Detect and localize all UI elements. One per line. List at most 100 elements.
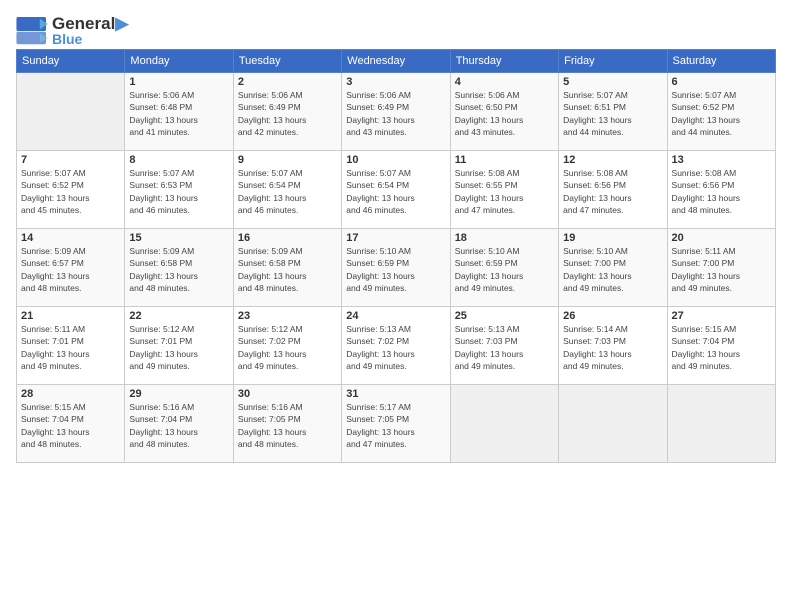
day-info: Sunrise: 5:13 AM Sunset: 7:03 PM Dayligh… [455, 323, 554, 372]
week-row-4: 21Sunrise: 5:11 AM Sunset: 7:01 PM Dayli… [17, 307, 776, 385]
day-info: Sunrise: 5:07 AM Sunset: 6:54 PM Dayligh… [238, 167, 337, 216]
calendar-cell [450, 385, 558, 463]
day-info: Sunrise: 5:08 AM Sunset: 6:56 PM Dayligh… [563, 167, 662, 216]
day-info: Sunrise: 5:15 AM Sunset: 7:04 PM Dayligh… [21, 401, 120, 450]
day-number: 19 [563, 232, 662, 244]
day-number: 22 [129, 310, 228, 322]
day-number: 20 [672, 232, 771, 244]
day-number: 13 [672, 154, 771, 166]
day-number: 21 [21, 310, 120, 322]
day-number: 27 [672, 310, 771, 322]
week-row-2: 7Sunrise: 5:07 AM Sunset: 6:52 PM Daylig… [17, 151, 776, 229]
calendar-cell: 19Sunrise: 5:10 AM Sunset: 7:00 PM Dayli… [559, 229, 667, 307]
day-number: 25 [455, 310, 554, 322]
calendar-cell: 8Sunrise: 5:07 AM Sunset: 6:53 PM Daylig… [125, 151, 233, 229]
day-info: Sunrise: 5:07 AM Sunset: 6:52 PM Dayligh… [21, 167, 120, 216]
day-info: Sunrise: 5:12 AM Sunset: 7:02 PM Dayligh… [238, 323, 337, 372]
day-number: 5 [563, 76, 662, 88]
day-number: 18 [455, 232, 554, 244]
calendar-cell: 31Sunrise: 5:17 AM Sunset: 7:05 PM Dayli… [342, 385, 450, 463]
calendar-cell: 17Sunrise: 5:10 AM Sunset: 6:59 PM Dayli… [342, 229, 450, 307]
calendar-cell [559, 385, 667, 463]
day-info: Sunrise: 5:09 AM Sunset: 6:58 PM Dayligh… [238, 245, 337, 294]
weekday-header-wednesday: Wednesday [342, 50, 450, 73]
day-info: Sunrise: 5:07 AM Sunset: 6:52 PM Dayligh… [672, 89, 771, 138]
logo-icon [16, 17, 48, 45]
calendar-cell: 27Sunrise: 5:15 AM Sunset: 7:04 PM Dayli… [667, 307, 775, 385]
calendar-cell: 9Sunrise: 5:07 AM Sunset: 6:54 PM Daylig… [233, 151, 341, 229]
day-number: 30 [238, 388, 337, 400]
day-number: 15 [129, 232, 228, 244]
day-info: Sunrise: 5:07 AM Sunset: 6:53 PM Dayligh… [129, 167, 228, 216]
day-info: Sunrise: 5:06 AM Sunset: 6:49 PM Dayligh… [346, 89, 445, 138]
calendar-cell: 23Sunrise: 5:12 AM Sunset: 7:02 PM Dayli… [233, 307, 341, 385]
day-info: Sunrise: 5:09 AM Sunset: 6:58 PM Dayligh… [129, 245, 228, 294]
calendar-cell: 21Sunrise: 5:11 AM Sunset: 7:01 PM Dayli… [17, 307, 125, 385]
day-info: Sunrise: 5:12 AM Sunset: 7:01 PM Dayligh… [129, 323, 228, 372]
day-info: Sunrise: 5:17 AM Sunset: 7:05 PM Dayligh… [346, 401, 445, 450]
weekday-header-monday: Monday [125, 50, 233, 73]
calendar-cell [667, 385, 775, 463]
day-info: Sunrise: 5:06 AM Sunset: 6:48 PM Dayligh… [129, 89, 228, 138]
day-info: Sunrise: 5:16 AM Sunset: 7:04 PM Dayligh… [129, 401, 228, 450]
calendar-cell: 28Sunrise: 5:15 AM Sunset: 7:04 PM Dayli… [17, 385, 125, 463]
day-info: Sunrise: 5:13 AM Sunset: 7:02 PM Dayligh… [346, 323, 445, 372]
day-number: 16 [238, 232, 337, 244]
calendar-cell: 25Sunrise: 5:13 AM Sunset: 7:03 PM Dayli… [450, 307, 558, 385]
day-number: 3 [346, 76, 445, 88]
calendar-cell: 12Sunrise: 5:08 AM Sunset: 6:56 PM Dayli… [559, 151, 667, 229]
calendar-cell: 5Sunrise: 5:07 AM Sunset: 6:51 PM Daylig… [559, 73, 667, 151]
day-info: Sunrise: 5:06 AM Sunset: 6:49 PM Dayligh… [238, 89, 337, 138]
calendar-cell [17, 73, 125, 151]
day-number: 1 [129, 76, 228, 88]
calendar-cell: 10Sunrise: 5:07 AM Sunset: 6:54 PM Dayli… [342, 151, 450, 229]
day-number: 28 [21, 388, 120, 400]
day-number: 12 [563, 154, 662, 166]
day-number: 9 [238, 154, 337, 166]
calendar-cell: 13Sunrise: 5:08 AM Sunset: 6:56 PM Dayli… [667, 151, 775, 229]
weekday-header-tuesday: Tuesday [233, 50, 341, 73]
calendar-cell: 20Sunrise: 5:11 AM Sunset: 7:00 PM Dayli… [667, 229, 775, 307]
day-number: 2 [238, 76, 337, 88]
weekday-header-row: SundayMondayTuesdayWednesdayThursdayFrid… [17, 50, 776, 73]
calendar-cell: 29Sunrise: 5:16 AM Sunset: 7:04 PM Dayli… [125, 385, 233, 463]
day-info: Sunrise: 5:10 AM Sunset: 7:00 PM Dayligh… [563, 245, 662, 294]
day-info: Sunrise: 5:11 AM Sunset: 7:01 PM Dayligh… [21, 323, 120, 372]
calendar-cell: 15Sunrise: 5:09 AM Sunset: 6:58 PM Dayli… [125, 229, 233, 307]
day-number: 7 [21, 154, 120, 166]
calendar-cell: 14Sunrise: 5:09 AM Sunset: 6:57 PM Dayli… [17, 229, 125, 307]
day-info: Sunrise: 5:10 AM Sunset: 6:59 PM Dayligh… [455, 245, 554, 294]
day-number: 11 [455, 154, 554, 166]
calendar-cell: 4Sunrise: 5:06 AM Sunset: 6:50 PM Daylig… [450, 73, 558, 151]
calendar-cell: 26Sunrise: 5:14 AM Sunset: 7:03 PM Dayli… [559, 307, 667, 385]
day-info: Sunrise: 5:06 AM Sunset: 6:50 PM Dayligh… [455, 89, 554, 138]
day-info: Sunrise: 5:07 AM Sunset: 6:54 PM Dayligh… [346, 167, 445, 216]
header: General▶ Blue [16, 10, 776, 47]
day-info: Sunrise: 5:09 AM Sunset: 6:57 PM Dayligh… [21, 245, 120, 294]
day-info: Sunrise: 5:10 AM Sunset: 6:59 PM Dayligh… [346, 245, 445, 294]
day-info: Sunrise: 5:07 AM Sunset: 6:51 PM Dayligh… [563, 89, 662, 138]
week-row-3: 14Sunrise: 5:09 AM Sunset: 6:57 PM Dayli… [17, 229, 776, 307]
calendar-cell: 7Sunrise: 5:07 AM Sunset: 6:52 PM Daylig… [17, 151, 125, 229]
page-container: General▶ Blue SundayMondayTuesdayWednesd… [0, 0, 792, 473]
day-info: Sunrise: 5:14 AM Sunset: 7:03 PM Dayligh… [563, 323, 662, 372]
calendar-cell: 16Sunrise: 5:09 AM Sunset: 6:58 PM Dayli… [233, 229, 341, 307]
calendar-table: SundayMondayTuesdayWednesdayThursdayFrid… [16, 49, 776, 463]
day-number: 26 [563, 310, 662, 322]
day-info: Sunrise: 5:11 AM Sunset: 7:00 PM Dayligh… [672, 245, 771, 294]
calendar-cell: 24Sunrise: 5:13 AM Sunset: 7:02 PM Dayli… [342, 307, 450, 385]
weekday-header-saturday: Saturday [667, 50, 775, 73]
day-number: 8 [129, 154, 228, 166]
day-info: Sunrise: 5:15 AM Sunset: 7:04 PM Dayligh… [672, 323, 771, 372]
day-info: Sunrise: 5:16 AM Sunset: 7:05 PM Dayligh… [238, 401, 337, 450]
calendar-cell: 1Sunrise: 5:06 AM Sunset: 6:48 PM Daylig… [125, 73, 233, 151]
calendar-cell: 2Sunrise: 5:06 AM Sunset: 6:49 PM Daylig… [233, 73, 341, 151]
day-info: Sunrise: 5:08 AM Sunset: 6:55 PM Dayligh… [455, 167, 554, 216]
day-number: 10 [346, 154, 445, 166]
weekday-header-sunday: Sunday [17, 50, 125, 73]
calendar-cell: 22Sunrise: 5:12 AM Sunset: 7:01 PM Dayli… [125, 307, 233, 385]
weekday-header-thursday: Thursday [450, 50, 558, 73]
logo: General▶ Blue [16, 14, 128, 47]
day-number: 14 [21, 232, 120, 244]
weekday-header-friday: Friday [559, 50, 667, 73]
